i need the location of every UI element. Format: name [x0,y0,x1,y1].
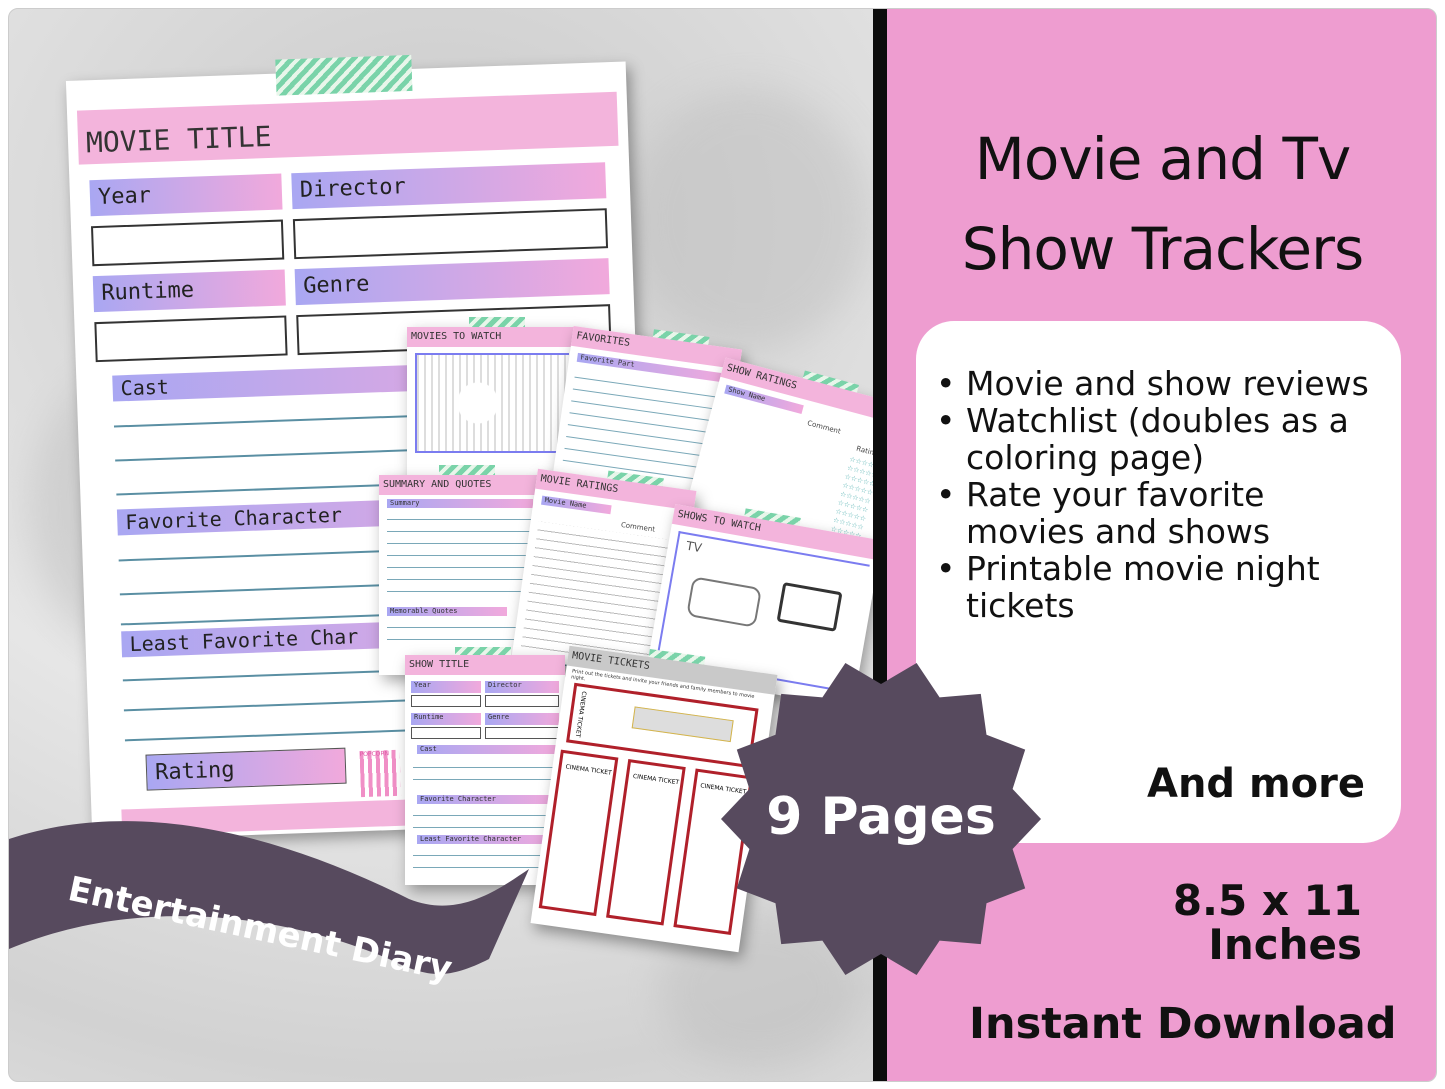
cinema-ticket: CINEMA TICKET [606,759,686,926]
runtime-label: Runtime [411,713,481,725]
page-title: SUMMARY AND QUOTES [379,475,539,495]
watercolor-blot [629,89,869,349]
director-field [292,208,609,260]
genre-label: Genre [294,258,610,306]
movies-to-watch-page: MOVIES TO WATCH [407,317,577,487]
comment-label: Comment [806,419,842,436]
year-field [90,219,285,267]
rating-label: Rating [145,747,347,791]
title-line-1: Movie and Tv [974,125,1351,193]
director-label: Director [485,681,559,693]
runtime-label: Runtime [92,269,286,313]
cinema-ticket: CINEMA TICKET [538,749,619,917]
cast-label: Cast [417,745,557,754]
pages-badge: 9 Pages [721,659,1041,979]
size-text: 8.5 x 11 Inches [1173,879,1362,967]
comment-label: Comment [620,520,656,534]
tv-icon [776,582,843,632]
director-label: Director [291,162,607,210]
quotes-label: Memorable Quotes [387,607,507,616]
feature-item: Watchlist (doubles as a coloring page) [936,402,1376,476]
movie-name-label: Movie Name [541,495,612,515]
feature-item: Printable movie night tickets [936,550,1376,624]
genre-label: Genre [485,713,559,725]
badge-text: 9 Pages [766,787,996,847]
year-label: Year [411,681,481,693]
and-more-text: And more [1146,761,1365,807]
popcorn-icon: POPCORN [359,749,402,798]
size-unit: Inches [1208,920,1362,969]
title-line-2: Show Trackers [961,215,1364,283]
instant-download-text: Instant Download [969,999,1397,1049]
runtime-field [94,315,288,363]
page-title: MOVIES TO WATCH [407,327,577,347]
tv-label: TV [685,538,703,556]
features-list: Movie and show reviews Watchlist (double… [936,365,1376,624]
product-image: MOVIE TITLE Year Director Runtime Genre … [8,8,1437,1082]
size-dimensions: 8.5 x 11 [1172,876,1362,925]
popcorn-film-illustration [415,353,569,453]
feature-item: Movie and show reviews [936,365,1376,402]
page-title: MOVIE TITLE [76,91,619,165]
summary-label: Summary [387,499,533,508]
page-title: SHOW TITLE [405,655,565,675]
washi-tape [275,54,413,96]
couch-icon [686,576,763,628]
feature-item: Rate your favorite movies and shows [936,476,1376,550]
year-label: Year [89,173,283,217]
favorite-character-label: Favorite Character [417,795,557,804]
